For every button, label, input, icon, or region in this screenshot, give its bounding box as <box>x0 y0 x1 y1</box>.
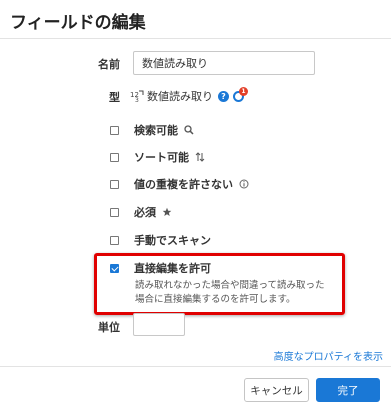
unit-label: 単位 <box>98 321 120 334</box>
notification-icon[interactable]: 1 <box>233 87 248 103</box>
searchable-checkbox[interactable] <box>110 125 119 135</box>
title-divider <box>0 38 391 39</box>
type-value: 数値読み取り <box>147 90 213 103</box>
option-unique[interactable]: 値の重複を許さない <box>110 176 249 192</box>
svg-text:3: 3 <box>135 97 139 103</box>
name-label: 名前 <box>98 58 120 71</box>
star-icon <box>162 207 172 217</box>
manual-scan-checkbox[interactable] <box>110 235 119 245</box>
type-label: 型 <box>109 91 120 104</box>
done-button[interactable]: 完了 <box>316 378 380 402</box>
option-label: 手動でスキャン <box>134 234 211 247</box>
highlight-box <box>94 253 345 315</box>
edit-field-dialog: フィールドの編集 名前 型 12 3 数値読み取り ? 1 検索可能 ソート可能 <box>0 0 391 407</box>
required-checkbox[interactable] <box>110 207 119 217</box>
dialog-title: フィールドの編集 <box>10 13 146 33</box>
footer-divider <box>0 366 391 367</box>
unit-input[interactable] <box>133 313 185 336</box>
option-sortable[interactable]: ソート可能 <box>110 149 205 165</box>
number-reader-icon: 12 3 <box>130 89 144 104</box>
type-row: 12 3 数値読み取り ? 1 <box>130 86 248 106</box>
cancel-button[interactable]: キャンセル <box>244 378 309 402</box>
info-icon <box>239 179 249 189</box>
help-icon[interactable]: ? <box>218 90 229 102</box>
name-input[interactable] <box>133 51 315 75</box>
option-label: 値の重複を許さない <box>134 178 233 191</box>
option-manual-scan[interactable]: 手動でスキャン <box>110 232 211 248</box>
sortable-checkbox[interactable] <box>110 152 119 162</box>
notification-badge: 1 <box>239 87 248 96</box>
option-label: 検索可能 <box>134 124 178 137</box>
unique-checkbox[interactable] <box>110 179 119 189</box>
search-icon <box>184 125 194 135</box>
option-required[interactable]: 必須 <box>110 204 172 220</box>
option-searchable[interactable]: 検索可能 <box>110 122 194 138</box>
option-label: ソート可能 <box>134 151 189 164</box>
advanced-properties-link[interactable]: 高度なプロパティを表示 <box>274 348 383 363</box>
option-label: 必須 <box>134 206 156 219</box>
sort-icon <box>195 152 205 162</box>
